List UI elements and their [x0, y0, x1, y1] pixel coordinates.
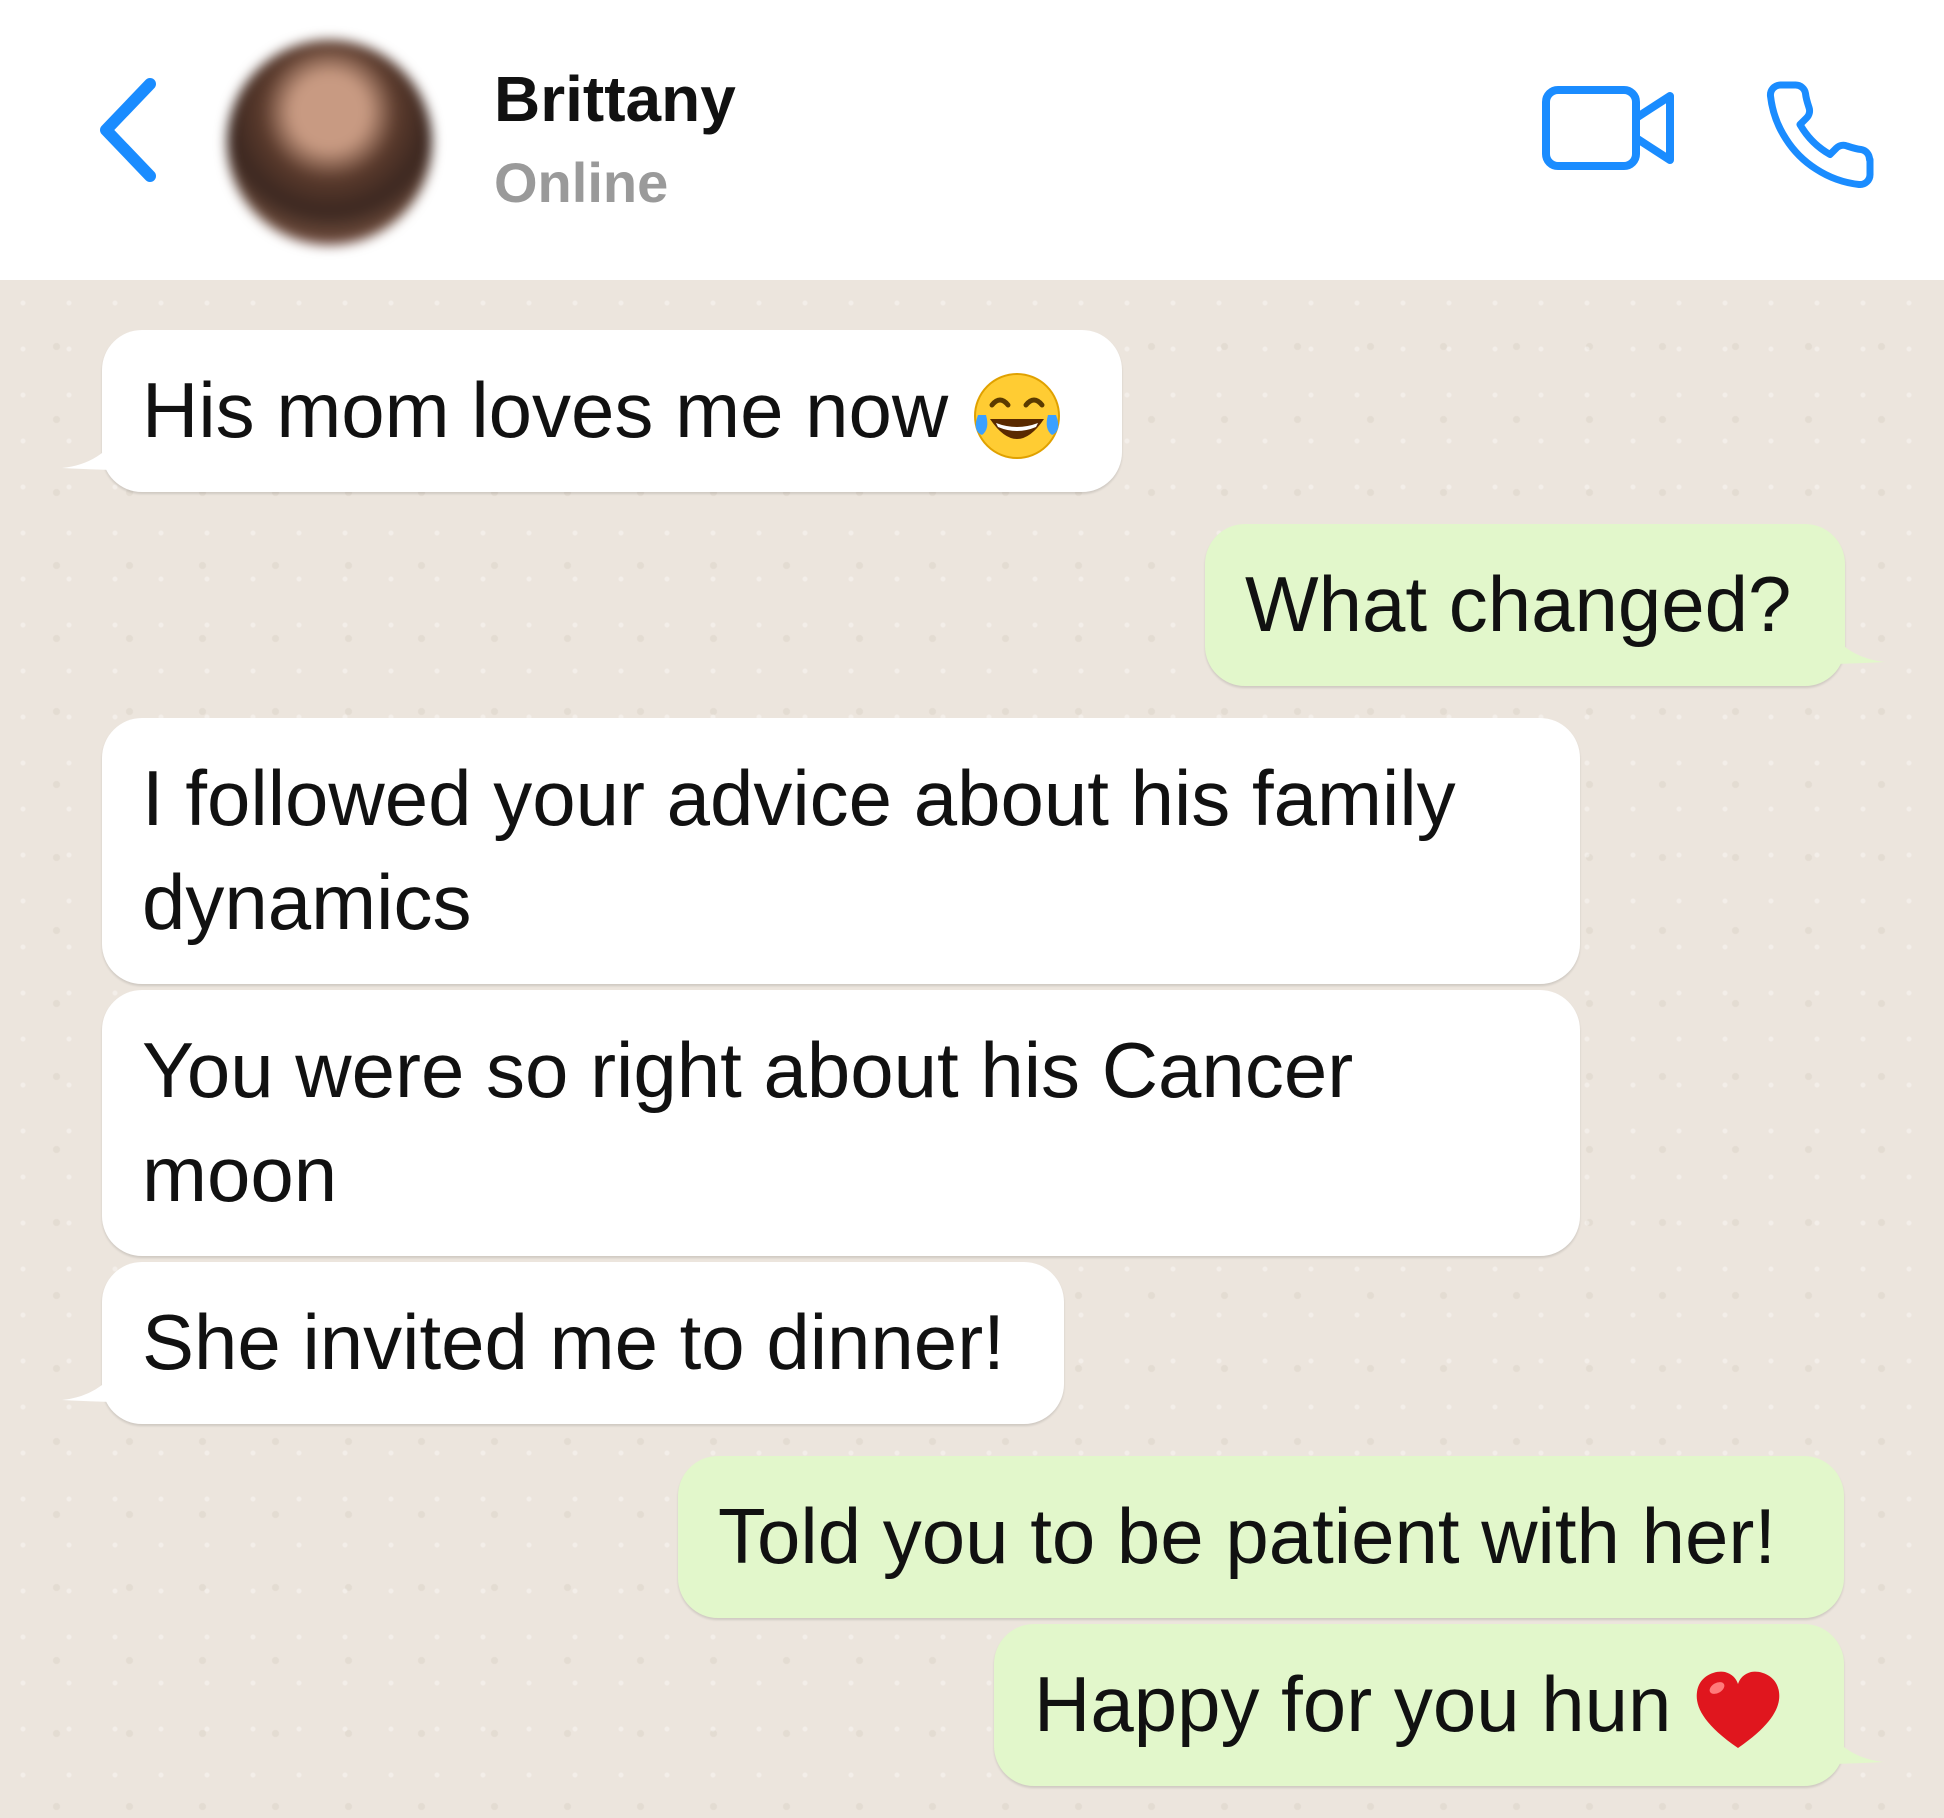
- phone-icon: [1766, 81, 1874, 189]
- message-text: Happy for you hun: [1034, 1660, 1672, 1748]
- message-text: What changed?: [1245, 560, 1792, 648]
- chat-header: Brittany Online: [0, 0, 1944, 280]
- contact-name[interactable]: Brittany: [494, 62, 736, 136]
- message-incoming[interactable]: I followed your advice about his family …: [102, 718, 1580, 984]
- message-text: Told you to be patient with her!: [718, 1492, 1776, 1580]
- chevron-left-icon: [100, 78, 156, 182]
- video-camera-icon: [1542, 86, 1674, 170]
- red-heart-icon: [1696, 1672, 1780, 1749]
- video-call-button[interactable]: [1540, 80, 1680, 180]
- face-with-tears-of-joy-icon: [973, 373, 1060, 460]
- bubble-tail: [1825, 624, 1885, 664]
- bubble-tail: [1824, 1724, 1884, 1764]
- message-text: She invited me to dinner!: [142, 1298, 1005, 1386]
- message-incoming[interactable]: His mom loves me now: [62, 330, 1122, 492]
- message-list[interactable]: His mom loves me now What changed? I fol…: [0, 280, 1944, 1818]
- back-button[interactable]: [92, 70, 172, 190]
- bubble-tail: [62, 430, 122, 470]
- message-incoming[interactable]: She invited me to dinner!: [62, 1262, 1064, 1424]
- bubble-tail: [62, 1362, 122, 1402]
- contact-status: Online: [494, 151, 669, 214]
- message-text: I followed your advice about his family …: [142, 754, 1456, 946]
- message-text: You were so right about his Cancer moon: [142, 1026, 1354, 1218]
- message-incoming[interactable]: You were so right about his Cancer moon: [102, 990, 1580, 1256]
- message-outgoing[interactable]: What changed?: [1205, 524, 1885, 686]
- message-outgoing[interactable]: Told you to be patient with her!: [678, 1456, 1844, 1618]
- avatar[interactable]: [227, 40, 432, 245]
- message-text: His mom loves me now: [142, 366, 949, 454]
- voice-call-button[interactable]: [1760, 75, 1880, 195]
- message-outgoing[interactable]: Happy for you hun: [994, 1624, 1884, 1786]
